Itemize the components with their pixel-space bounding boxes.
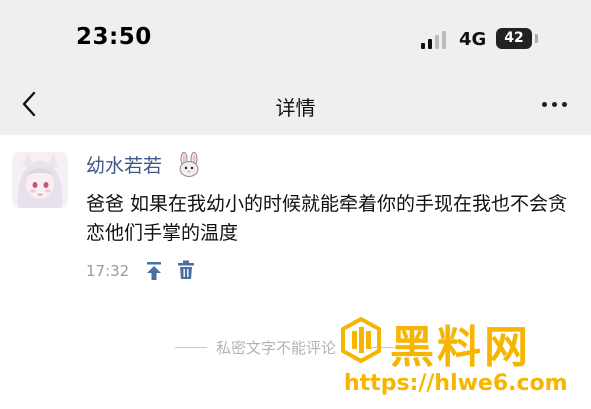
watermark-logo-icon bbox=[341, 317, 381, 363]
page-title: 详情 bbox=[275, 96, 316, 120]
battery-icon: 42 bbox=[496, 28, 532, 49]
pin-to-top-button[interactable] bbox=[143, 260, 165, 282]
watermark-url: https://hlwe6.com bbox=[344, 371, 568, 396]
status-time: 23:50 bbox=[76, 24, 152, 50]
rabbit-face-icon bbox=[179, 152, 199, 177]
anime-girl-avatar-icon bbox=[12, 152, 68, 208]
nav-bar: 详情 bbox=[0, 78, 591, 135]
cellular-signal-icon bbox=[421, 31, 451, 49]
trash-icon bbox=[178, 260, 194, 279]
watermark: 黑料网 https://hlwe6.com bbox=[338, 311, 591, 409]
top-area: 23:50 4G 42 详情 bbox=[0, 0, 591, 135]
watermark-title: 黑料网 bbox=[390, 322, 531, 373]
battery-level: 42 bbox=[504, 30, 524, 46]
delete-button[interactable] bbox=[175, 259, 197, 281]
network-type: 4G bbox=[459, 29, 487, 50]
pin-to-top-icon bbox=[147, 262, 161, 280]
divider bbox=[175, 347, 207, 348]
username[interactable]: 幼水若若 bbox=[86, 151, 162, 178]
status-bar: 23:50 4G 42 bbox=[0, 0, 591, 78]
post-time: 17:32 bbox=[86, 262, 130, 280]
private-notice-text: 私密文字不能评论 bbox=[216, 339, 337, 357]
more-dot bbox=[542, 102, 547, 107]
battery-tip bbox=[535, 34, 538, 43]
avatar[interactable] bbox=[12, 152, 68, 208]
more-dot bbox=[562, 102, 567, 107]
post-text: 爸爸 如果在我幼小的时候就能牵着你的手现在我也不会贪恋他们手掌的温度 bbox=[86, 193, 568, 244]
more-options-button[interactable] bbox=[540, 94, 570, 114]
more-dot bbox=[552, 102, 557, 107]
